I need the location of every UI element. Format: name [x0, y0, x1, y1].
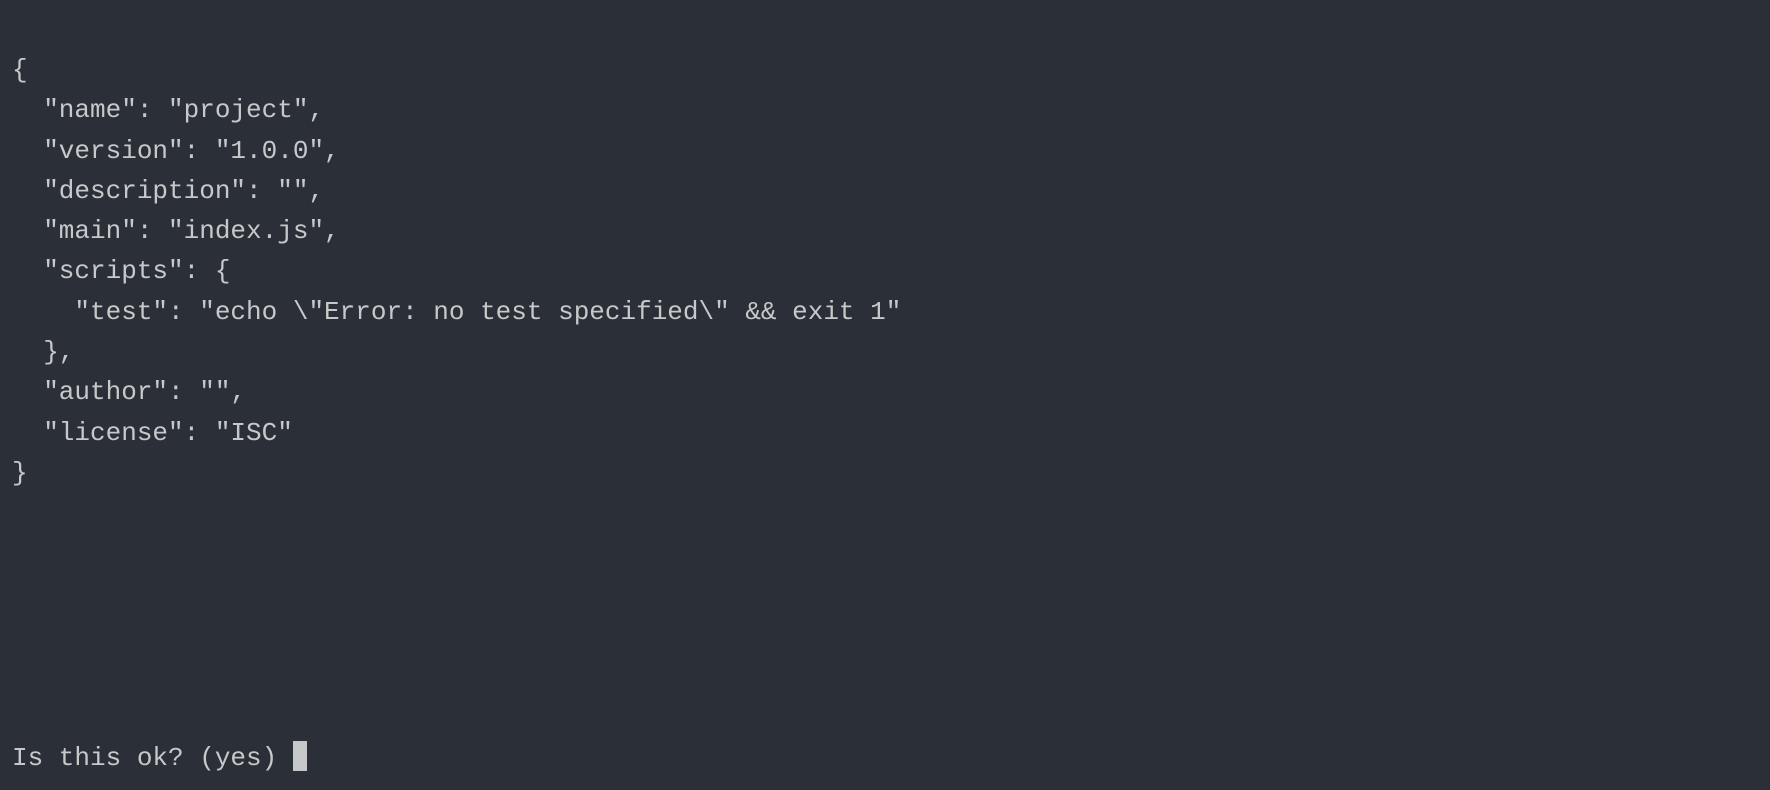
package-json-preview: { "name": "project", "version": "1.0.0",… [12, 50, 1758, 493]
json-line: "license": "ISC" [12, 418, 293, 448]
confirmation-prompt[interactable]: Is this ok? (yes) [12, 738, 307, 778]
json-line: }, [12, 337, 74, 367]
json-line: "name": "project", [12, 95, 324, 125]
json-line: "version": "1.0.0", [12, 136, 340, 166]
json-line: "scripts": { [12, 256, 230, 286]
json-line: "description": "", [12, 176, 324, 206]
json-line: { [12, 55, 28, 85]
json-line: "main": "index.js", [12, 216, 340, 246]
json-line: "author": "", [12, 377, 246, 407]
cursor-icon [293, 741, 307, 771]
json-line: } [12, 458, 28, 488]
json-line: "test": "echo \"Error: no test specified… [12, 297, 901, 327]
prompt-text: Is this ok? (yes) [12, 743, 293, 773]
